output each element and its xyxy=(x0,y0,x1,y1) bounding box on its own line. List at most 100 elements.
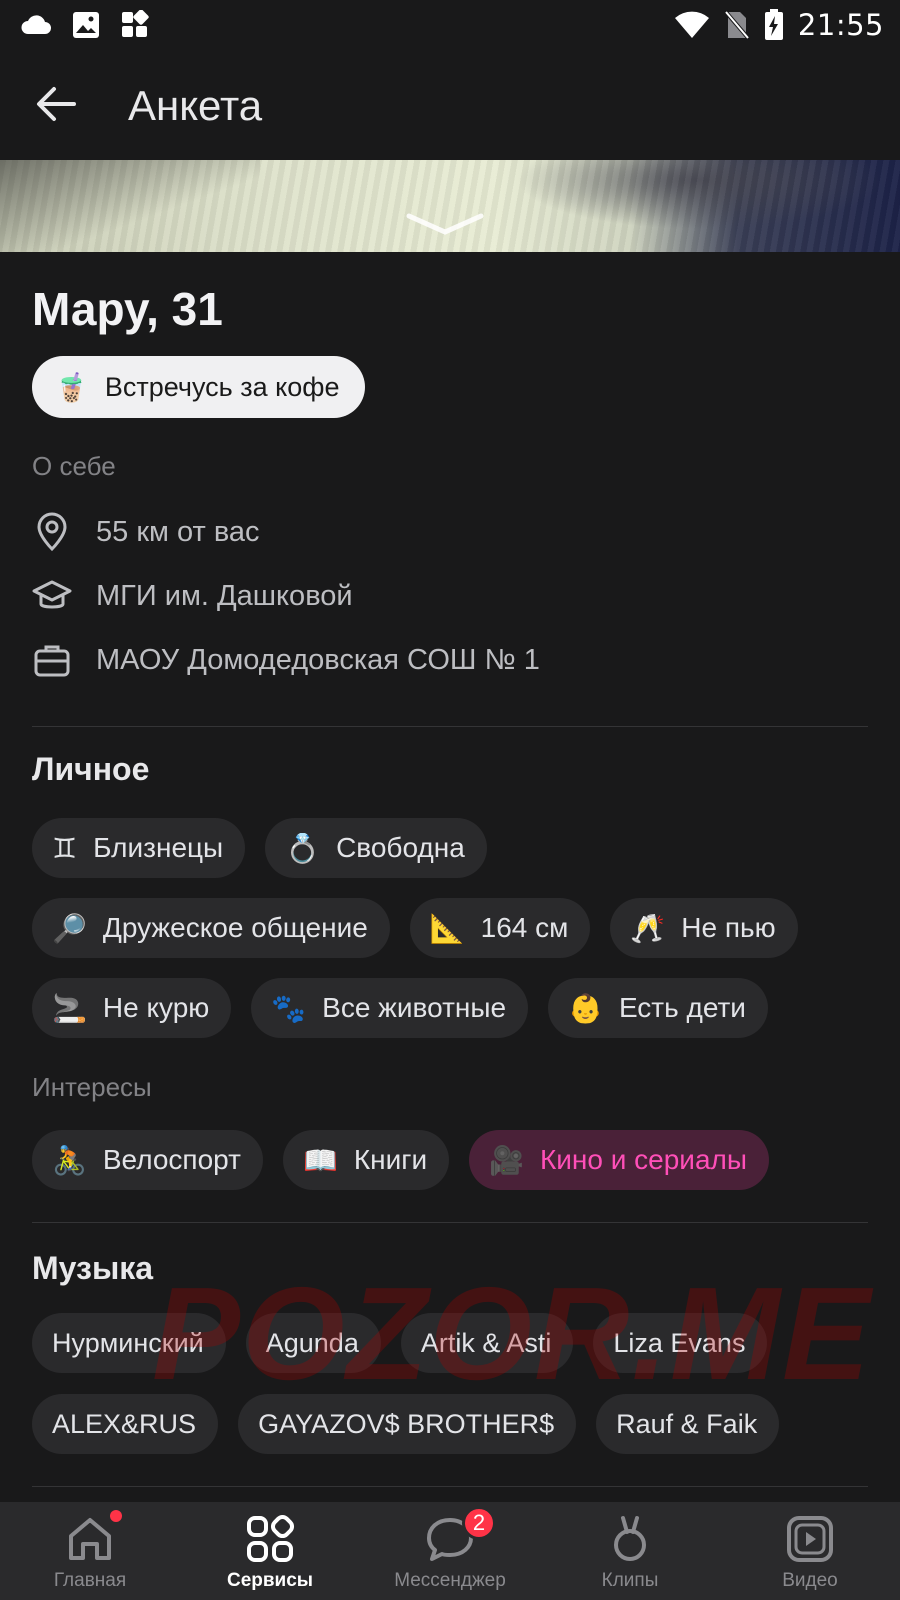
artist-chip[interactable]: ALEX&RUS xyxy=(32,1394,219,1454)
artist-label: Liza Evans xyxy=(613,1327,746,1358)
personal-chip-row-2: 🔎 Дружеское общение 📐 164 см 🥂 Не пью xyxy=(32,898,798,958)
pets-chip: 🐾 Все животные xyxy=(251,978,529,1038)
cloud-icon xyxy=(21,15,51,34)
interest-label: Книги xyxy=(353,1144,428,1175)
alcohol-label: Не пью xyxy=(681,912,776,943)
interests-chip-row: 🚴 Велоспорт 📖 Книги 🎥 Кино и сериалы xyxy=(32,1130,769,1190)
status-bar: 21:55 xyxy=(0,0,900,52)
artist-chip[interactable]: GAYAZOV$ BROTHER$ xyxy=(238,1394,577,1454)
paw-prints-icon: 🐾 xyxy=(271,992,307,1024)
unread-badge: 2 xyxy=(462,1506,496,1540)
cyclist-icon: 🚴 xyxy=(52,1144,87,1176)
bubble-tea-icon: 🧋 xyxy=(54,371,89,403)
artist-chip[interactable]: Liza Evans xyxy=(593,1313,768,1373)
nav-clips[interactable]: Клипы xyxy=(540,1502,720,1600)
alcohol-chip: 🥂 Не пью xyxy=(610,898,798,958)
book-icon: 📖 xyxy=(302,1144,338,1176)
location-pin-icon xyxy=(37,512,67,552)
height-chip: 📐 164 см xyxy=(409,898,591,958)
nav-services-label: Сервисы xyxy=(226,1570,314,1591)
distance-text: 55 км от вас xyxy=(96,515,260,548)
services-grid-icon xyxy=(247,1514,295,1562)
gemini-icon: ♊ xyxy=(52,832,78,864)
ring-icon: 💍 xyxy=(285,832,321,864)
interests-title: Интересы xyxy=(32,1072,152,1102)
no-sim-icon xyxy=(723,10,750,40)
clips-icon xyxy=(614,1516,646,1561)
nav-services[interactable]: Сервисы xyxy=(180,1502,360,1600)
magnifier-icon: 🔎 xyxy=(52,912,87,944)
profile-name-age: Мару, 31 xyxy=(32,283,223,335)
profile-screen: 21:55 Анкета Мару, 31 🧋 Встречусь за коф… xyxy=(0,0,900,1600)
about-label: О себе xyxy=(32,451,116,481)
nav-home-label: Главная xyxy=(53,1570,127,1591)
graduation-cap-icon xyxy=(32,580,72,609)
artist-chip[interactable]: Artik & Asti xyxy=(400,1313,574,1373)
artist-label: Agunda xyxy=(265,1327,359,1358)
nav-messenger[interactable]: 2 Мессенджер xyxy=(360,1502,540,1600)
kids-label: Есть дети xyxy=(618,992,746,1023)
music-chip-row-2: ALEX&RUS GAYAZOV$ BROTHER$ Rauf & Faik xyxy=(32,1394,780,1454)
nav-clips-label: Клипы xyxy=(601,1570,659,1591)
video-icon xyxy=(787,1516,833,1562)
distance-row: 55 км от вас xyxy=(32,512,260,552)
education-text: МГИ им. Дашковой xyxy=(96,579,353,612)
battery-charging-icon xyxy=(764,9,783,40)
profile-photo[interactable] xyxy=(0,160,900,252)
back-arrow-icon[interactable] xyxy=(34,82,78,126)
artist-label: GAYAZOV$ BROTHER$ xyxy=(258,1408,555,1439)
interest-chip-books[interactable]: 📖 Книги xyxy=(282,1130,450,1190)
relationship-label: Свободна xyxy=(336,832,465,863)
zodiac-label: Близнецы xyxy=(93,832,224,863)
divider xyxy=(32,1222,868,1223)
work-text: МАОУ Домодедовская СОШ № 1 xyxy=(96,643,540,676)
wifi-icon xyxy=(674,11,709,38)
champagne-icon: 🥂 xyxy=(630,912,666,944)
chevron-down-icon[interactable] xyxy=(405,212,485,236)
movie-camera-icon: 🎥 xyxy=(489,1144,524,1176)
image-icon xyxy=(73,12,99,38)
pets-label: Все животные xyxy=(322,992,507,1023)
artist-label: Artik & Asti xyxy=(420,1327,552,1358)
bottom-navigation: Главная Сервисы 2 Мессенджер Клипы Видео xyxy=(0,1502,900,1600)
interest-chip-cycling[interactable]: 🚴 Велоспорт xyxy=(32,1130,263,1190)
interest-label: Велоспорт xyxy=(102,1144,241,1175)
page-title: Анкета xyxy=(128,82,263,129)
interest-label: Кино и сериалы xyxy=(539,1144,747,1175)
smoking-chip: 🚬 Не курю xyxy=(32,978,232,1038)
artist-chip[interactable]: Agunda xyxy=(245,1313,381,1373)
nav-video-label: Видео xyxy=(782,1570,838,1591)
briefcase-icon xyxy=(34,645,70,677)
artist-label: Нурминский xyxy=(52,1327,204,1358)
kids-chip: 👶 Есть дети xyxy=(548,978,768,1038)
height-label: 164 см xyxy=(480,912,569,943)
personal-section-title: Личное xyxy=(32,751,150,787)
cigarette-icon: 🚬 xyxy=(52,992,87,1024)
artist-label: Rauf & Faik xyxy=(616,1408,758,1439)
music-chip-row-1: Нурминский Agunda Artik & Asti Liza Evan… xyxy=(32,1313,768,1373)
relationship-chip: 💍 Свободна xyxy=(265,818,487,878)
dating-goal-chip: 🧋 Встречусь за кофе xyxy=(32,356,366,418)
personal-chip-row-3: 🚬 Не курю 🐾 Все животные 👶 Есть дети xyxy=(32,978,768,1038)
ruler-icon: 📐 xyxy=(429,912,465,944)
artist-chip[interactable]: Нурминский xyxy=(32,1313,226,1373)
dating-goal-label: Встречусь за кофе xyxy=(104,371,340,402)
widgets-icon xyxy=(122,10,149,37)
notification-dot xyxy=(110,1510,122,1522)
nav-messenger-label: Мессенджер xyxy=(394,1570,506,1591)
work-row: МАОУ Домодедовская СОШ № 1 xyxy=(32,640,540,680)
interest-chip-movies-common[interactable]: 🎥 Кино и сериалы xyxy=(469,1130,769,1190)
zodiac-chip: ♊ Близнецы xyxy=(32,818,246,878)
divider xyxy=(32,726,868,727)
nav-video[interactable]: Видео xyxy=(720,1502,900,1600)
artist-chip[interactable]: Rauf & Faik xyxy=(596,1394,780,1454)
looking-for-label: Дружеское общение xyxy=(102,912,368,943)
personal-chip-row-1: ♊ Близнецы 💍 Свободна xyxy=(32,818,487,878)
artist-label: ALEX&RUS xyxy=(52,1408,197,1439)
nav-home[interactable]: Главная xyxy=(0,1502,180,1600)
divider xyxy=(32,1486,868,1487)
photo-shadow xyxy=(0,160,260,252)
baby-icon: 👶 xyxy=(568,992,603,1024)
education-row: МГИ им. Дашковой xyxy=(32,576,353,616)
smoking-label: Не курю xyxy=(102,992,210,1023)
